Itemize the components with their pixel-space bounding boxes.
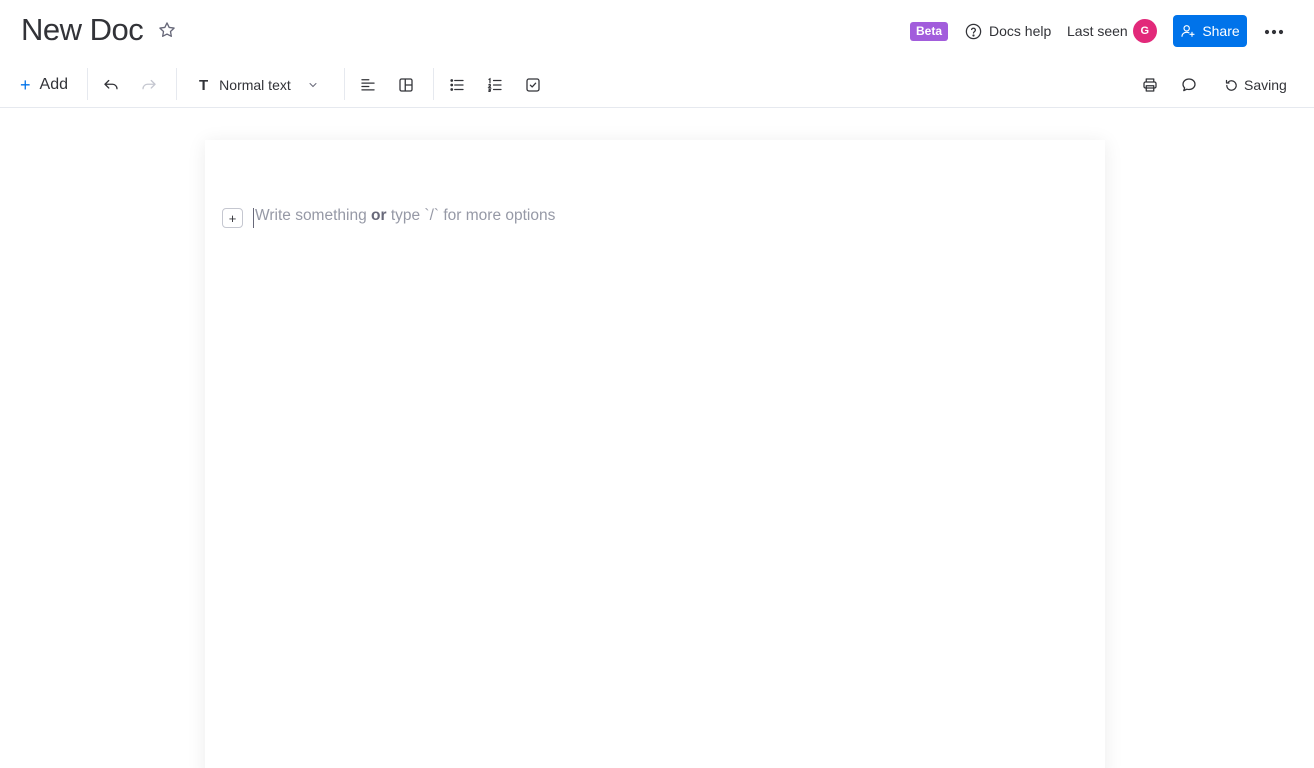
docs-help-label: Docs help [989,23,1052,39]
text-style-icon: T [199,76,209,94]
docs-help-button[interactable]: Docs help [964,20,1051,42]
align-left-icon [361,79,375,91]
star-icon[interactable] [157,20,177,40]
plus-icon: + [20,75,31,95]
share-button[interactable]: Share [1173,15,1247,47]
toolbar-divider [433,68,434,100]
placeholder-bold-text: or [371,207,387,224]
text-cursor [253,208,254,228]
share-label: Share [1202,23,1240,39]
bullet-list-icon [450,79,464,91]
help-icon [965,23,982,39]
checklist-icon [526,78,540,92]
chevron-down-icon [309,83,317,88]
redo-button[interactable] [140,71,158,99]
toolbar-divider [176,68,177,100]
more-icon [1264,29,1284,35]
redo-icon [142,79,156,90]
numbered-list-icon [487,77,502,93]
layout-icon [399,78,413,92]
editor-toolbar: + Add T Normal text Saving [0,62,1314,108]
saving-label: Saving [1244,77,1287,93]
beta-badge: Beta [910,22,949,41]
last-seen-button[interactable]: Last seen G [1067,18,1157,44]
comment-icon [1182,78,1196,92]
numbered-list-button[interactable] [486,71,504,99]
bullet-list-button[interactable] [448,71,466,99]
placeholder-text: type `/` for more options [386,207,556,224]
print-icon [1143,78,1157,92]
text-style-dropdown[interactable]: T Normal text [199,71,319,99]
doc-title[interactable]: New Doc [21,12,144,48]
add-label: Add [39,76,68,93]
saving-status: Saving [1224,71,1287,99]
last-seen-label: Last seen [1067,23,1128,39]
comment-button[interactable] [1180,71,1198,99]
doc-page: + Write something or type `/` for more o… [205,140,1105,768]
user-plus-icon [1181,25,1195,37]
layout-button[interactable] [397,71,415,99]
text-style-label: Normal text [219,77,291,93]
add-block-button[interactable]: + [222,208,243,228]
editor-placeholder[interactable]: Write something or type `/` for more opt… [255,207,555,225]
more-button[interactable] [1262,20,1286,44]
toolbar-divider [87,68,88,100]
align-button[interactable] [359,71,377,99]
print-button[interactable] [1141,71,1159,99]
checklist-button[interactable] [524,71,542,99]
refresh-icon [1225,79,1237,91]
add-button[interactable]: + Add [20,71,68,99]
undo-button[interactable] [102,71,120,99]
toolbar-divider [344,68,345,100]
placeholder-text: Write something [255,207,372,224]
doc-header: New Doc Beta Docs help Last seen G Share [0,0,1314,62]
undo-icon [104,79,118,90]
doc-canvas: + Write something or type `/` for more o… [0,108,1314,768]
avatar: G [1132,19,1157,43]
